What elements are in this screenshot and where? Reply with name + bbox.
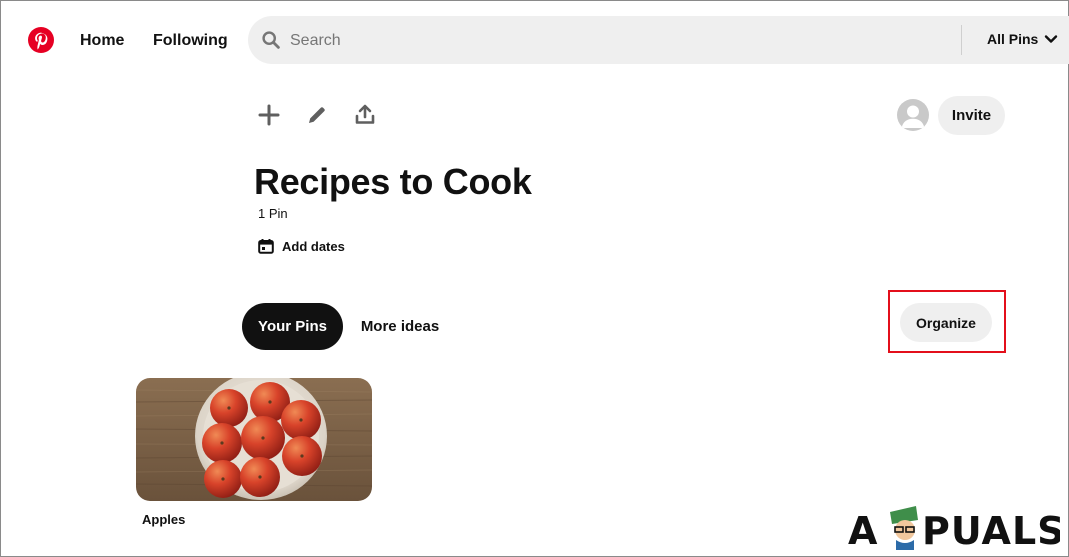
user-avatar-icon: [901, 105, 925, 128]
pin-title: Apples: [142, 512, 186, 527]
add-dates-label: Add dates: [282, 238, 345, 254]
calendar-icon: [258, 239, 274, 254]
organize-button[interactable]: Organize: [900, 303, 992, 342]
pin-image: [136, 378, 372, 501]
nav-home-link[interactable]: Home: [80, 31, 124, 51]
share-icon: [355, 104, 375, 124]
watermark-text-right: PUALS: [922, 509, 1060, 552]
edit-board-button[interactable]: [302, 100, 332, 130]
tab-more-ideas[interactable]: More ideas: [350, 303, 450, 350]
collaborator-avatar[interactable]: [897, 99, 929, 131]
watermark-text-left: A: [848, 509, 878, 552]
top-navigation-bar: Home Following All Pins: [0, 0, 1069, 82]
pencil-icon: [309, 107, 325, 123]
invite-button[interactable]: Invite: [938, 96, 1005, 135]
search-divider: [961, 25, 962, 55]
share-board-button[interactable]: [350, 100, 380, 130]
tab-your-pins[interactable]: Your Pins: [242, 303, 343, 350]
search-filter-label: All Pins: [987, 31, 1039, 47]
nav-following-link[interactable]: Following: [153, 31, 228, 51]
appuals-watermark: A PUALS: [848, 506, 1060, 552]
pin-count: 1 Pin: [258, 206, 288, 221]
mascot-icon: [890, 506, 918, 550]
pin-card[interactable]: [136, 378, 372, 501]
chevron-down-icon: [1045, 35, 1058, 43]
add-button[interactable]: [254, 100, 284, 130]
search-icon: [262, 31, 280, 49]
search-input[interactable]: [288, 28, 932, 54]
plus-icon: [258, 104, 280, 126]
search-filter-dropdown[interactable]: All Pins: [987, 31, 1058, 47]
search-bar[interactable]: All Pins: [248, 16, 1069, 64]
pinterest-logo-icon[interactable]: [28, 27, 54, 53]
add-dates-button[interactable]: Add dates: [258, 238, 345, 254]
board-title: Recipes to Cook: [254, 161, 532, 202]
